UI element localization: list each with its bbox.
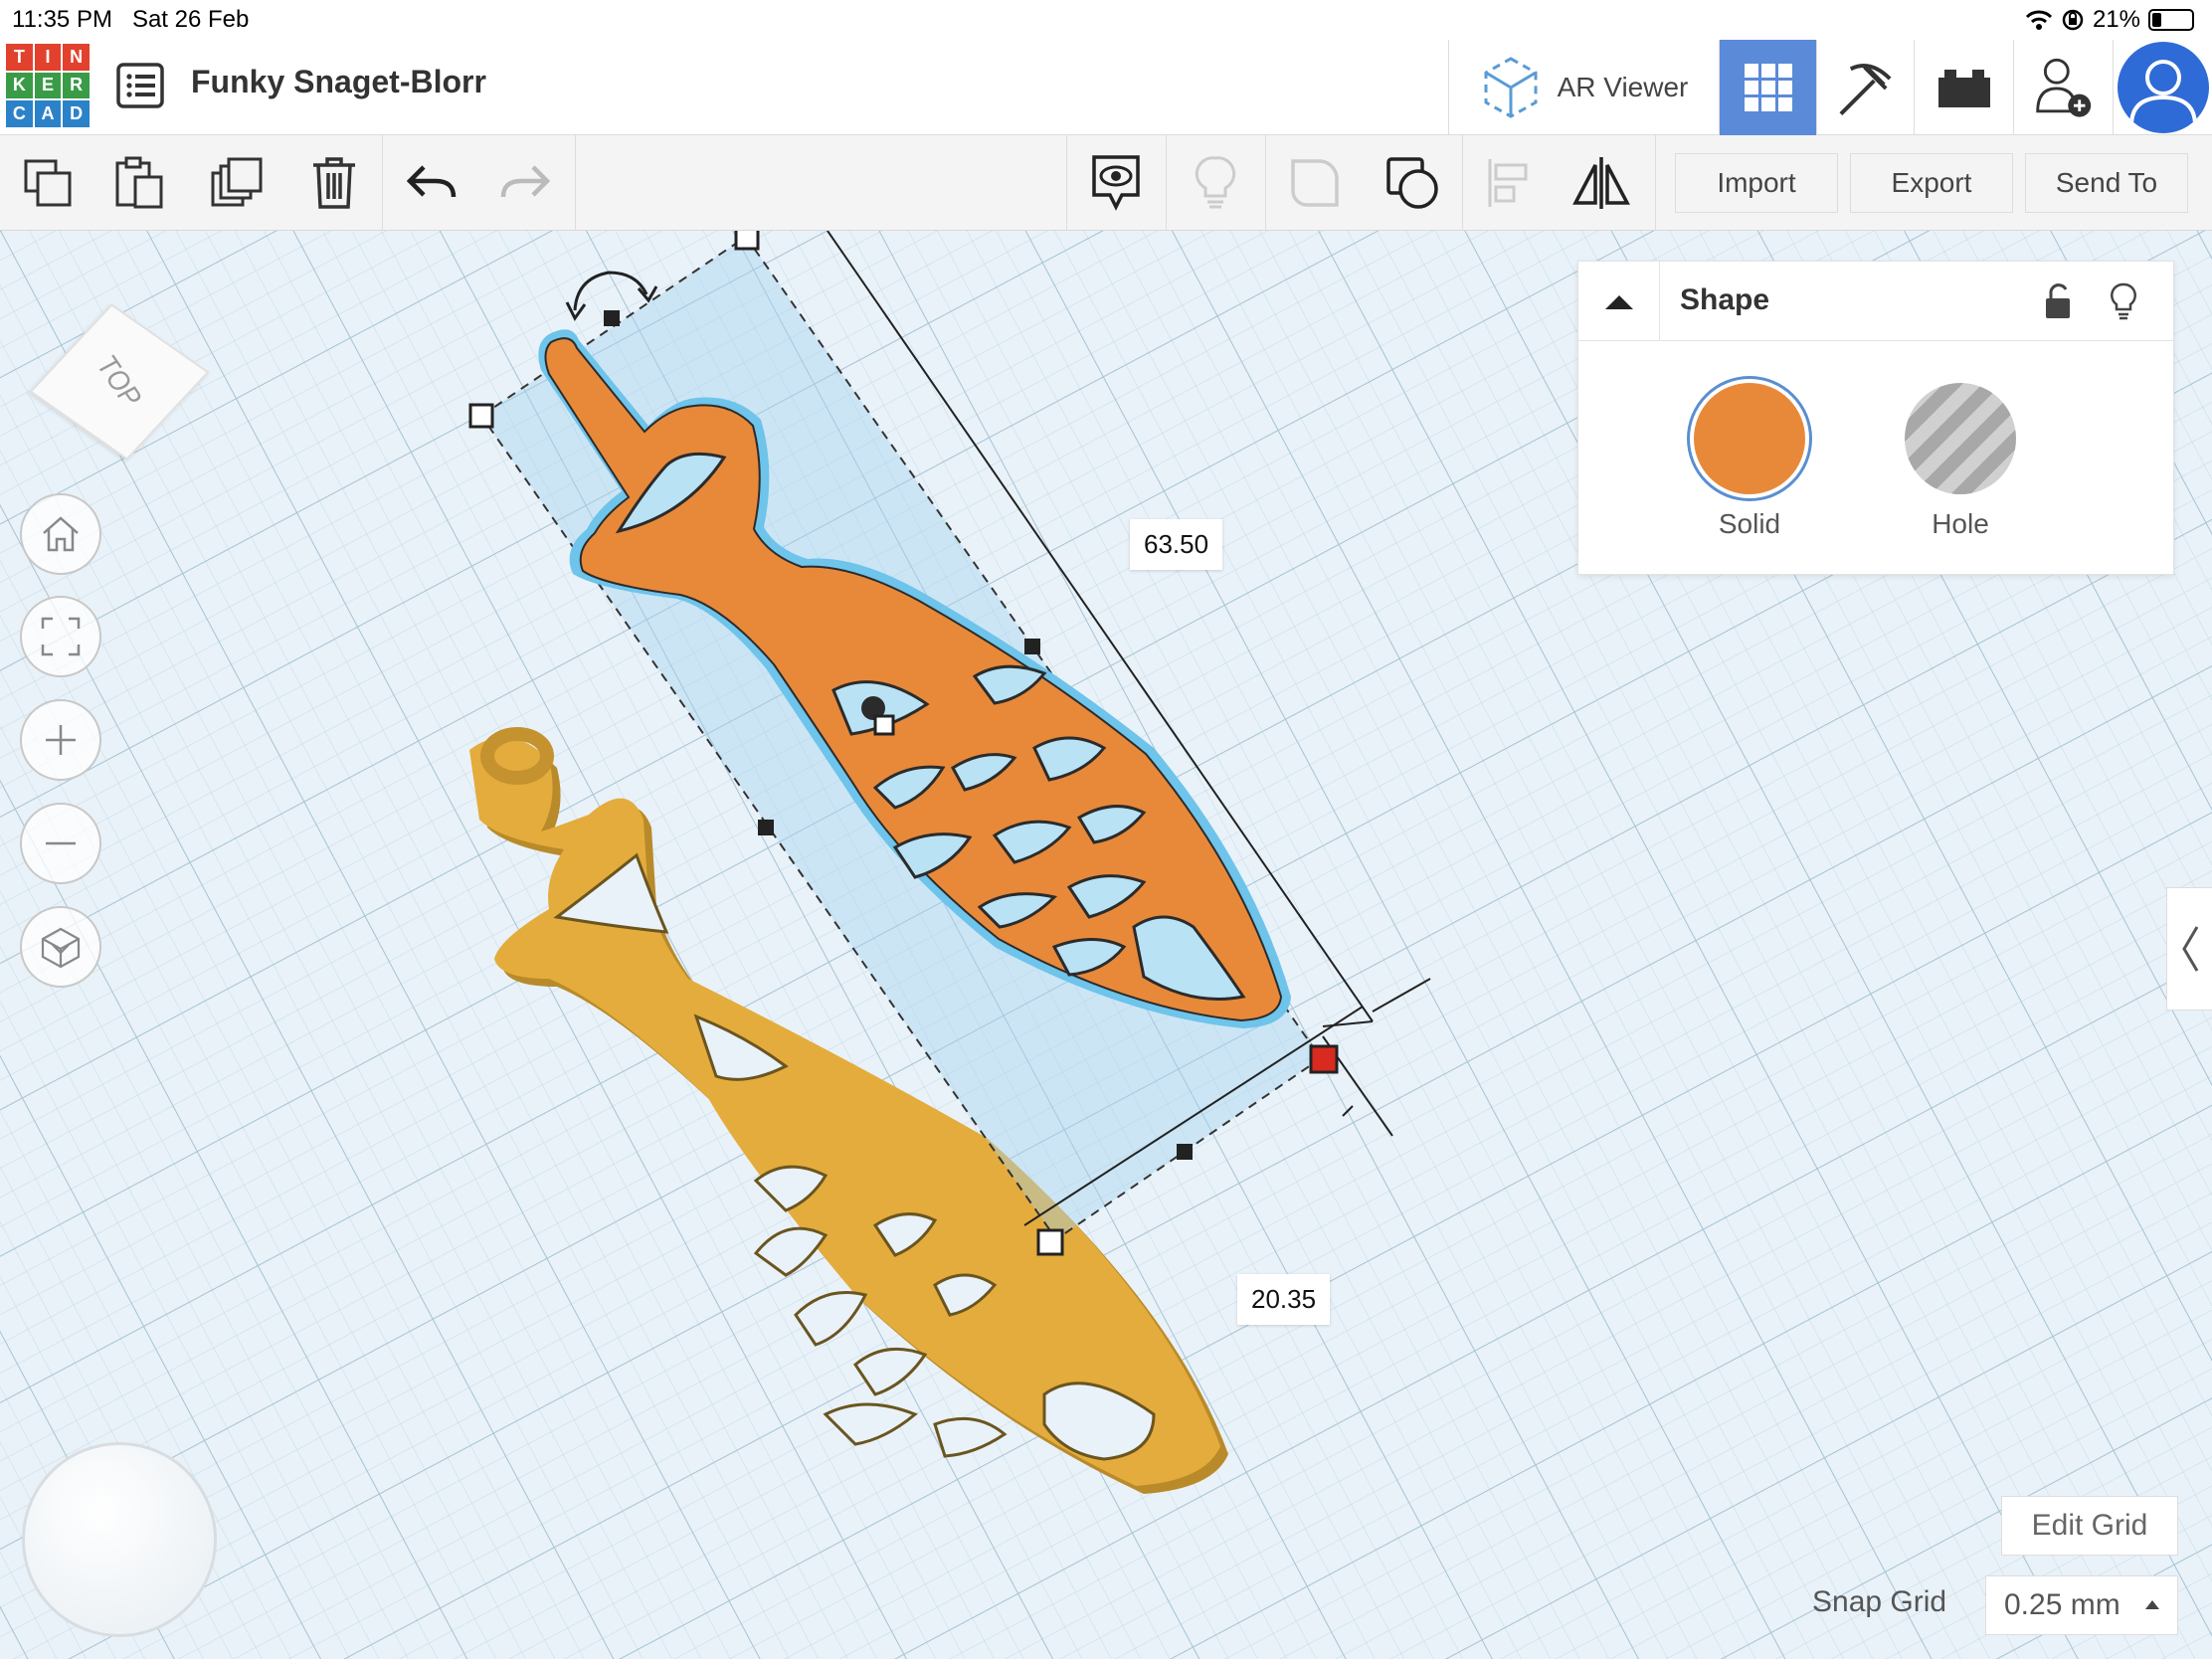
- status-date: Sat 26 Feb: [131, 6, 250, 33]
- collapse-arrow-icon: [1604, 295, 1633, 309]
- 3d-design-view-button[interactable]: [1719, 40, 1816, 135]
- redo-icon: [500, 165, 551, 198]
- snap-grid-label: Snap Grid: [1812, 1585, 1947, 1618]
- mirror-icon: [1572, 157, 1630, 209]
- zoom-in-icon: [46, 725, 76, 755]
- width-dimension-label[interactable]: 20.35: [1237, 1274, 1331, 1325]
- avatar-icon: [2117, 42, 2209, 133]
- app-header: TIN KER CAD Funky Snaget-Blorr AR Viewer: [0, 40, 2212, 135]
- perspective-icon: [41, 927, 81, 969]
- hole-option[interactable]: Hole: [1901, 379, 2020, 539]
- view-cube-face-label: TOP: [90, 351, 150, 413]
- lock-toggle-button[interactable]: [2038, 281, 2078, 321]
- codeblocks-minecraft-button[interactable]: [1816, 40, 1914, 135]
- zoom-in-button[interactable]: [20, 699, 101, 781]
- bricks-icon: [1937, 70, 1990, 107]
- orbit-joystick[interactable]: [22, 1442, 217, 1637]
- duplicate-button[interactable]: [207, 153, 267, 213]
- hole-swatch[interactable]: [1901, 379, 2020, 498]
- show-notes-icon: [1092, 155, 1140, 211]
- delete-button[interactable]: [304, 153, 364, 213]
- hole-label: Hole: [1932, 508, 1989, 539]
- undo-icon: [406, 165, 457, 198]
- workplane[interactable]: 63.50 20.35 TOP Shape Solid Hole Edit Gr…: [0, 231, 2212, 1659]
- snap-grid-select[interactable]: 0.25 mm: [1985, 1575, 2178, 1635]
- length-dimension-label[interactable]: 63.50: [1130, 519, 1223, 570]
- copy-icon: [24, 159, 72, 207]
- send-to-button[interactable]: Send To: [2025, 153, 2188, 213]
- zoom-out-icon: [46, 841, 76, 845]
- logo-letter: R: [63, 72, 90, 99]
- status-time: 11:35 PM: [12, 6, 112, 33]
- shape-inspector-panel: Shape Solid Hole: [1577, 261, 2174, 575]
- perspective-toggle-button[interactable]: [20, 906, 101, 988]
- delete-icon: [313, 157, 355, 209]
- light-bulb-icon: [1195, 156, 1236, 209]
- wifi-icon: [2025, 10, 2053, 30]
- logo-letter: K: [6, 72, 33, 99]
- logo-letter: C: [6, 100, 33, 127]
- import-button[interactable]: Import: [1675, 153, 1838, 213]
- pickaxe-icon: [1839, 64, 1892, 115]
- logo-letter: E: [34, 72, 62, 99]
- light-bulb-button[interactable]: [1186, 153, 1245, 213]
- solid-option[interactable]: Solid: [1690, 379, 1809, 539]
- ar-viewer-label: AR Viewer: [1557, 72, 1689, 102]
- align-icon: [1488, 159, 1528, 207]
- logo-letter: T: [6, 44, 33, 71]
- light-bulb-icon: [2111, 282, 2136, 320]
- undo-button[interactable]: [402, 153, 461, 213]
- battery-icon: [2148, 9, 2194, 31]
- home-view-icon: [43, 516, 79, 552]
- orientation-lock-icon: [2062, 9, 2084, 31]
- fit-view-icon: [41, 617, 81, 656]
- fit-view-button[interactable]: [20, 596, 101, 677]
- status-bar: 11:35 PM Sat 26 Feb 21%: [0, 0, 2212, 40]
- grid-3d-icon: [1744, 64, 1792, 111]
- tinkercad-logo[interactable]: TIN KER CAD: [6, 44, 90, 127]
- edit-toolbar: Import Export Send To: [0, 135, 2212, 231]
- paste-button[interactable]: [109, 153, 169, 213]
- edit-grid-button[interactable]: Edit Grid: [2001, 1496, 2178, 1556]
- design-list-button[interactable]: [115, 62, 165, 109]
- solid-color-swatch[interactable]: [1690, 379, 1809, 498]
- battery-percent: 21%: [2092, 6, 2140, 33]
- paste-icon: [115, 156, 163, 209]
- logo-letter: D: [63, 100, 90, 127]
- logo-letter: I: [34, 44, 62, 71]
- design-title[interactable]: Funky Snaget-Blorr: [191, 64, 486, 100]
- show-notes-button[interactable]: [1086, 153, 1146, 213]
- expand-side-panel-button[interactable]: [2166, 887, 2212, 1011]
- invite-user-button[interactable]: [2013, 40, 2113, 135]
- logo-letter: A: [34, 100, 62, 127]
- group-icon: [1291, 159, 1339, 207]
- group-button[interactable]: [1285, 153, 1345, 213]
- redo-button[interactable]: [495, 153, 555, 213]
- ar-cube-icon: [1484, 57, 1538, 118]
- export-button[interactable]: Export: [1850, 153, 2013, 213]
- add-user-icon: [2036, 58, 2092, 117]
- hide-shape-button[interactable]: [2104, 281, 2143, 321]
- ungroup-icon: [1386, 157, 1438, 209]
- ungroup-button[interactable]: [1382, 153, 1442, 213]
- solid-label: Solid: [1718, 508, 1781, 539]
- logo-letter: N: [63, 44, 90, 71]
- list-icon: [116, 63, 164, 108]
- ar-viewer-button[interactable]: AR Viewer: [1448, 40, 1719, 135]
- duplicate-icon: [211, 157, 263, 207]
- unlock-icon: [2046, 283, 2070, 318]
- home-view-button[interactable]: [20, 493, 101, 575]
- shape-panel-title: Shape: [1680, 283, 1770, 316]
- bricks-view-button[interactable]: [1914, 40, 2013, 135]
- caret-up-icon: [2145, 1600, 2159, 1609]
- collapse-panel-button[interactable]: [1578, 262, 1660, 341]
- align-button[interactable]: [1478, 153, 1538, 213]
- chevron-left-icon: [2181, 926, 2198, 972]
- user-avatar-button[interactable]: [2113, 40, 2212, 135]
- copy-button[interactable]: [18, 153, 78, 213]
- snap-grid-value: 0.25 mm: [2004, 1588, 2120, 1621]
- mirror-button[interactable]: [1571, 153, 1631, 213]
- zoom-out-button[interactable]: [20, 803, 101, 884]
